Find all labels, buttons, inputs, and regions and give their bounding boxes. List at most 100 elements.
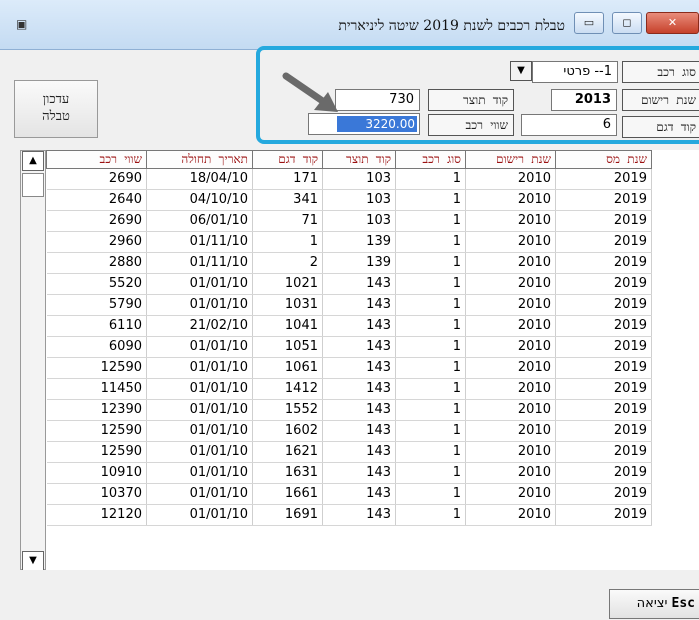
table-cell[interactable]: 1691	[252, 504, 323, 526]
table-cell[interactable]: 103	[322, 168, 396, 190]
scroll-thumb[interactable]	[22, 173, 44, 197]
table-cell[interactable]: 6110	[46, 315, 147, 337]
table-cell[interactable]: 103	[322, 189, 396, 211]
table-cell[interactable]: 143	[322, 273, 396, 295]
table-row[interactable]: 11450 01/01/10 1412 143 1 2010 2019	[46, 378, 652, 400]
table-cell[interactable]: 143	[322, 462, 396, 484]
table-cell[interactable]: 2019	[555, 168, 652, 190]
header-registration-year[interactable]: שנת רישום	[465, 150, 556, 169]
table-cell[interactable]: 01/01/10	[146, 399, 253, 421]
table-cell[interactable]: 1552	[252, 399, 323, 421]
table-cell[interactable]: 2010	[465, 420, 556, 442]
header-model-code[interactable]: קוד דגם	[252, 150, 323, 169]
table-cell[interactable]: 139	[322, 231, 396, 253]
table-cell[interactable]: 1	[395, 168, 466, 190]
table-cell[interactable]: 1661	[252, 483, 323, 505]
table-cell[interactable]: 2019	[555, 315, 652, 337]
table-row[interactable]: 10370 01/01/10 1661 143 1 2010 2019	[46, 483, 652, 505]
table-cell[interactable]: 2690	[46, 168, 147, 190]
table-cell[interactable]: 2010	[465, 210, 556, 232]
table-cell[interactable]: 2010	[465, 315, 556, 337]
table-row[interactable]: 6110 21/02/10 1041 143 1 2010 2019	[46, 315, 652, 337]
table-cell[interactable]: 01/01/10	[146, 504, 253, 526]
table-cell[interactable]: 04/10/10	[146, 189, 253, 211]
table-cell[interactable]: 2010	[465, 504, 556, 526]
table-row[interactable]: 10910 01/01/10 1631 143 1 2010 2019	[46, 462, 652, 484]
table-cell[interactable]: 2019	[555, 336, 652, 358]
table-cell[interactable]: 1	[395, 210, 466, 232]
table-cell[interactable]: 1031	[252, 294, 323, 316]
table-cell[interactable]: 2010	[465, 378, 556, 400]
table-cell[interactable]: 2010	[465, 336, 556, 358]
table-cell[interactable]: 01/01/10	[146, 420, 253, 442]
table-cell[interactable]: 2019	[555, 294, 652, 316]
table-cell[interactable]: 2	[252, 252, 323, 274]
table-row[interactable]: 12590 01/01/10 1621 143 1 2010 2019	[46, 441, 652, 463]
table-cell[interactable]: 1	[395, 462, 466, 484]
table-cell[interactable]: 1621	[252, 441, 323, 463]
table-cell[interactable]: 1	[395, 441, 466, 463]
table-cell[interactable]: 5520	[46, 273, 147, 295]
table-cell[interactable]: 143	[322, 378, 396, 400]
header-manufacturer-code[interactable]: קוד תוצר	[322, 150, 396, 169]
table-cell[interactable]: 01/01/10	[146, 462, 253, 484]
table-cell[interactable]: 2019	[555, 231, 652, 253]
table-cell[interactable]: 2019	[555, 399, 652, 421]
table-row[interactable]: 12390 01/01/10 1552 143 1 2010 2019	[46, 399, 652, 421]
table-row[interactable]: 5520 01/01/10 1021 143 1 2010 2019	[46, 273, 652, 295]
table-cell[interactable]: 11450	[46, 378, 147, 400]
table-cell[interactable]: 2019	[555, 273, 652, 295]
scroll-down-icon[interactable]: ▼	[22, 551, 44, 571]
table-cell[interactable]: 1	[395, 483, 466, 505]
table-row[interactable]: 6090 01/01/10 1051 143 1 2010 2019	[46, 336, 652, 358]
table-cell[interactable]: 103	[322, 210, 396, 232]
table-cell[interactable]: 1021	[252, 273, 323, 295]
table-cell[interactable]: 2019	[555, 504, 652, 526]
table-cell[interactable]: 1	[395, 231, 466, 253]
table-cell[interactable]: 1	[395, 378, 466, 400]
table-cell[interactable]: 1	[395, 357, 466, 379]
table-cell[interactable]: 12590	[46, 420, 147, 442]
table-cell[interactable]: 06/01/10	[146, 210, 253, 232]
table-cell[interactable]: 1631	[252, 462, 323, 484]
close-button[interactable]: ✕	[646, 12, 699, 34]
table-cell[interactable]: 143	[322, 315, 396, 337]
table-cell[interactable]: 1	[395, 315, 466, 337]
table-cell[interactable]: 2010	[465, 294, 556, 316]
table-cell[interactable]: 01/01/10	[146, 378, 253, 400]
table-cell[interactable]: 5790	[46, 294, 147, 316]
table-cell[interactable]: 2019	[555, 189, 652, 211]
table-cell[interactable]: 2960	[46, 231, 147, 253]
table-row[interactable]: 2880 01/11/10 2 139 1 2010 2019	[46, 252, 652, 274]
header-tax-year[interactable]: שנת מס	[555, 150, 652, 169]
table-row[interactable]: 12120 01/01/10 1691 143 1 2010 2019	[46, 504, 652, 526]
table-cell[interactable]: 12390	[46, 399, 147, 421]
table-cell[interactable]: 01/11/10	[146, 231, 253, 253]
table-cell[interactable]: 143	[322, 336, 396, 358]
table-cell[interactable]: 2010	[465, 273, 556, 295]
table-cell[interactable]: 1	[395, 294, 466, 316]
table-row[interactable]: 2690 06/01/10 71 103 1 2010 2019	[46, 210, 652, 232]
table-cell[interactable]: 6090	[46, 336, 147, 358]
header-effective-date[interactable]: תאריך תחולה	[146, 150, 253, 169]
table-cell[interactable]: 2019	[555, 378, 652, 400]
minimize-button[interactable]: ▭	[574, 12, 604, 34]
table-row[interactable]: 2960 01/11/10 1 139 1 2010 2019	[46, 231, 652, 253]
table-cell[interactable]: 01/01/10	[146, 336, 253, 358]
table-row[interactable]: 12590 01/01/10 1061 143 1 2010 2019	[46, 357, 652, 379]
table-cell[interactable]: 171	[252, 168, 323, 190]
table-cell[interactable]: 12590	[46, 441, 147, 463]
table-cell[interactable]: 1	[395, 273, 466, 295]
table-cell[interactable]: 2690	[46, 210, 147, 232]
table-cell[interactable]: 1041	[252, 315, 323, 337]
table-cell[interactable]: 143	[322, 294, 396, 316]
table-cell[interactable]: 2019	[555, 210, 652, 232]
table-cell[interactable]: 2019	[555, 420, 652, 442]
table-cell[interactable]: 12590	[46, 357, 147, 379]
maximize-button[interactable]: ◻	[612, 12, 642, 34]
table-cell[interactable]: 2880	[46, 252, 147, 274]
table-cell[interactable]: 2010	[465, 399, 556, 421]
refresh-table-button[interactable]: עדכון טבלה	[14, 80, 98, 138]
table-cell[interactable]: 1	[395, 504, 466, 526]
table-cell[interactable]: 01/01/10	[146, 483, 253, 505]
